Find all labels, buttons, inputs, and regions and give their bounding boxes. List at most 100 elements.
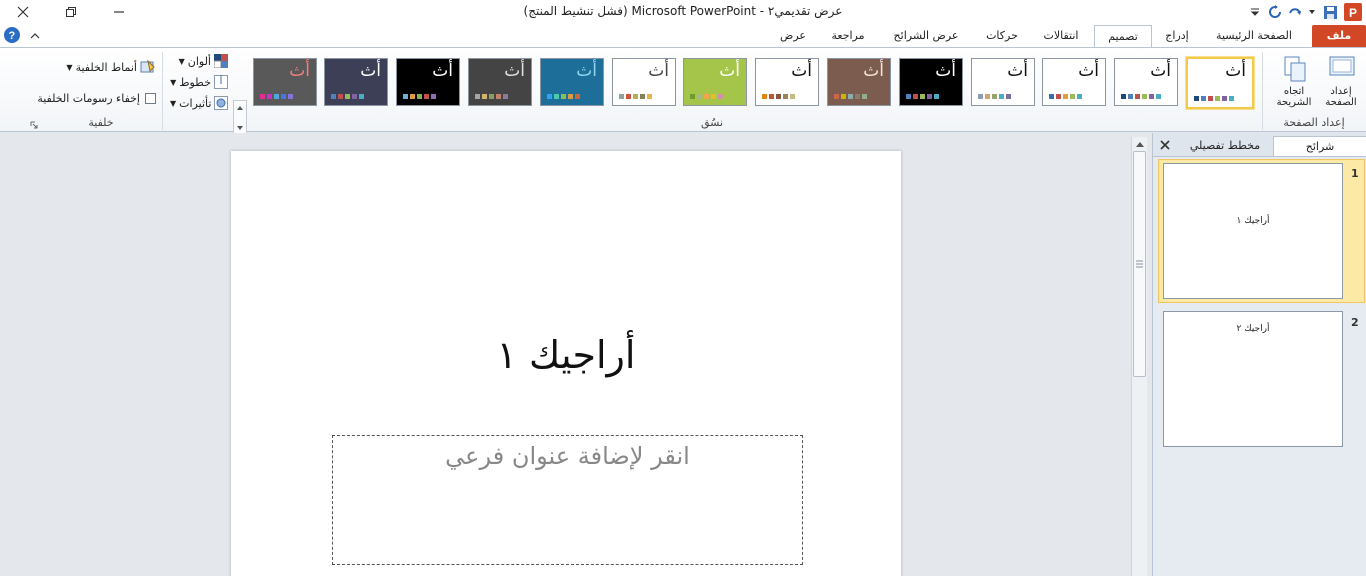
color-swatch [992,94,997,99]
hide-background-graphics-checkbox[interactable]: إخفاء رسومات الخلفية [32,89,156,107]
theme-thumbnail[interactable]: أث [253,58,317,106]
tab-design[interactable]: تصميم [1094,25,1152,48]
theme-color-swatches [331,94,364,99]
color-swatch [920,94,925,99]
color-swatch [1142,94,1147,99]
background-group-label: خلفية [88,116,114,129]
subtitle-placeholder[interactable]: انقر لإضافة عنوان فرعي [332,435,803,565]
color-swatch [1194,96,1199,101]
theme-thumbnail[interactable]: أث [468,58,532,106]
save-icon [1323,5,1337,19]
background-styles-button[interactable]: أنماط الخلفية ▼ [64,58,156,76]
ribbon: إعداد الصفحة اتجاه الشريحة إعداد الصفحة … [0,47,1366,160]
tab-slideshow[interactable]: عرض الشرائح [880,25,972,48]
tab-outline[interactable]: مخطط تفصيلي [1177,136,1273,156]
tab-view[interactable]: عرض [770,25,816,48]
theme-color-swatches [547,94,580,99]
theme-thumbnail[interactable]: أث [971,58,1035,106]
color-swatch [281,94,286,99]
slide-thumbnail-2[interactable]: أراجيك ٢ [1163,311,1343,447]
slide-title[interactable]: أراجيك ١ [231,333,901,377]
undo-dropdown[interactable] [1303,3,1321,21]
theme-thumbnail[interactable]: أث [827,58,891,106]
tab-home[interactable]: الصفحة الرئيسية [1204,25,1304,48]
customize-qat-button[interactable] [1246,3,1264,21]
effects-label: تأثيرات [179,96,212,110]
theme-color-swatches [690,94,723,99]
save-button[interactable] [1321,3,1339,21]
slide-canvas[interactable]: أراجيك ١ انقر لإضافة عنوان فرعي [231,151,901,576]
colors-button[interactable]: ألوان ▼ [170,52,228,70]
color-swatch [1229,96,1234,101]
color-swatch [848,94,853,99]
slide-number: 2 [1351,316,1359,329]
slide-thumbnail-1[interactable]: أراجيك ١ [1163,163,1343,299]
theme-thumbnail[interactable]: أث [612,58,676,106]
theme-thumbnail[interactable]: أث [1114,58,1178,106]
color-swatch [978,94,983,99]
theme-color-swatches [403,94,436,99]
theme-thumbnail[interactable]: أث [396,58,460,106]
color-swatch [640,94,645,99]
fonts-button[interactable]: أ خطوط ▼ [170,73,228,91]
color-swatch [862,94,867,99]
undo-button[interactable] [1286,3,1304,21]
chevron-down-icon: ▼ [66,62,73,72]
theme-thumbnail[interactable]: أث [899,58,963,106]
tab-file[interactable]: ملف [1312,25,1366,48]
color-swatch [496,94,501,99]
effects-button[interactable]: تأثيرات ▼ [170,94,228,112]
minimize-ribbon-button[interactable] [26,27,44,45]
dialog-launcher-button[interactable] [30,119,38,129]
color-swatch [855,94,860,99]
tab-review[interactable]: مراجعة [818,25,878,48]
theme-thumbnail[interactable]: أث [683,58,747,106]
theme-color-swatches [978,94,1011,99]
color-swatch [288,94,293,99]
vertical-scrollbar[interactable] [1131,137,1147,576]
color-swatch [554,94,559,99]
color-swatch [718,94,723,99]
color-swatch [934,94,939,99]
tab-animations[interactable]: حركات [976,25,1028,48]
color-swatch [1077,94,1082,99]
slide-orientation-button[interactable]: اتجاه الشريحة [1274,54,1314,108]
svg-text:P: P [1349,6,1357,20]
tab-transitions[interactable]: انتقالات [1032,25,1090,48]
theme-color-swatches [260,94,293,99]
color-swatch [762,94,767,99]
slide-editor: أراجيك ١ انقر لإضافة عنوان فرعي [0,133,1152,576]
slide-orientation-icon [1279,54,1309,84]
theme-thumbnail[interactable]: أث [755,58,819,106]
slide-number: 1 [1351,167,1359,180]
theme-color-swatches [906,94,939,99]
color-swatch [704,94,709,99]
color-swatch [776,94,781,99]
tab-insert[interactable]: إدراج [1154,25,1200,48]
colors-icon [214,54,228,68]
color-swatch [359,94,364,99]
theme-thumbnail[interactable]: أث [1042,58,1106,106]
app-icon[interactable]: P [1344,3,1362,21]
scrollbar-thumb[interactable] [1133,151,1146,377]
theme-thumbnail[interactable]: أث [324,58,388,106]
powerpoint-icon: P [1344,3,1362,21]
page-setup-button[interactable]: إعداد الصفحة [1321,54,1361,108]
close-pane-button[interactable] [1159,139,1171,151]
theme-color-swatches [834,94,867,99]
theme-glyph: أث [719,61,740,81]
theme-glyph: أث [289,61,310,81]
fonts-icon: أ [214,75,228,89]
repeat-button[interactable] [1266,3,1284,21]
theme-thumbnail[interactable]: أث [540,58,604,106]
color-swatch [424,94,429,99]
scroll-up-icon [1136,142,1144,147]
theme-thumbnail[interactable]: أث [1186,57,1254,109]
help-button[interactable]: ? [2,25,22,45]
page-setup-label: إعداد الصفحة [1325,86,1357,108]
theme-glyph: أث [935,61,956,81]
color-swatch [410,94,415,99]
color-swatch [769,94,774,99]
theme-glyph: أث [432,61,453,81]
tab-slides[interactable]: شرائح [1273,136,1366,156]
